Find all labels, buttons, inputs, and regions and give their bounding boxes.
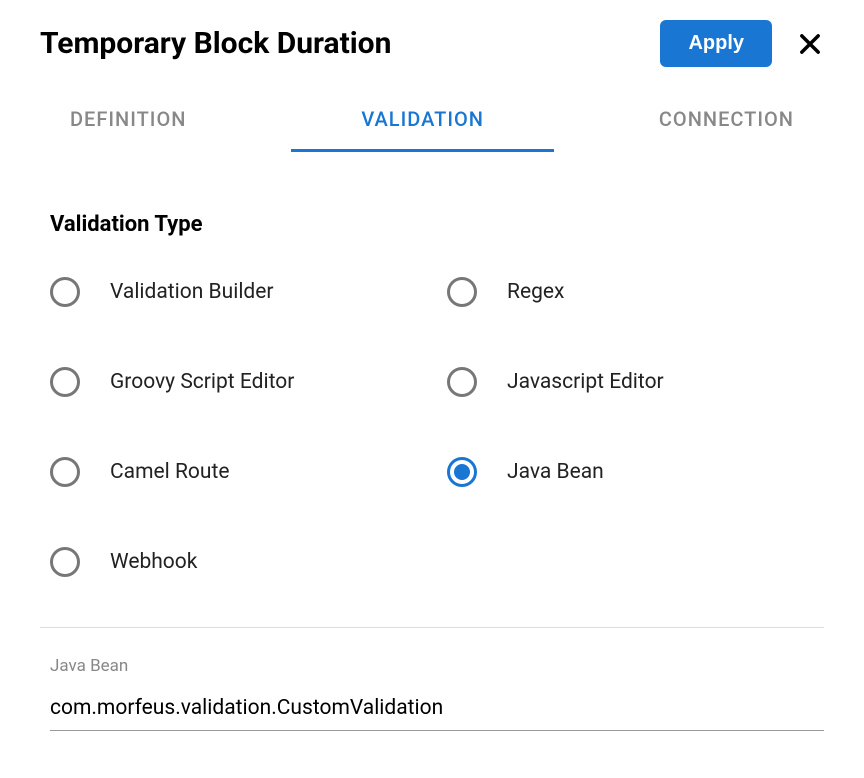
radio-circle-icon: [50, 547, 80, 577]
close-button[interactable]: [796, 30, 824, 58]
radio-java-bean[interactable]: Java Bean: [447, 457, 824, 487]
close-icon: [796, 30, 824, 58]
radio-camel-route[interactable]: Camel Route: [50, 457, 427, 487]
radio-circle-icon: [447, 277, 477, 307]
radio-label: Regex: [507, 280, 564, 304]
radio-webhook[interactable]: Webhook: [50, 547, 427, 577]
tab-validation[interactable]: VALIDATION: [291, 107, 554, 152]
modal-header: Temporary Block Duration Apply: [40, 20, 824, 67]
radio-label: Webhook: [110, 550, 197, 574]
radio-label: Java Bean: [507, 460, 604, 484]
validation-type-options: Validation Builder Regex Groovy Script E…: [40, 277, 824, 628]
modal-title: Temporary Block Duration: [40, 26, 391, 61]
java-bean-input-section: Java Bean: [40, 656, 824, 731]
radio-circle-icon: [50, 367, 80, 397]
radio-circle-icon: [50, 277, 80, 307]
input-label: Java Bean: [50, 656, 824, 676]
radio-label: Validation Builder: [110, 280, 274, 304]
radio-circle-icon: [447, 367, 477, 397]
tab-definition[interactable]: DEFINITION: [70, 107, 186, 152]
radio-label: Javascript Editor: [507, 370, 664, 394]
radio-label: Camel Route: [110, 460, 229, 484]
tab-connection[interactable]: CONNECTION: [659, 107, 794, 152]
header-actions: Apply: [660, 20, 824, 67]
radio-javascript-editor[interactable]: Javascript Editor: [447, 367, 824, 397]
java-bean-input[interactable]: [50, 690, 824, 731]
radio-groovy-script-editor[interactable]: Groovy Script Editor: [50, 367, 427, 397]
radio-circle-icon: [50, 457, 80, 487]
section-title: Validation Type: [40, 212, 824, 237]
radio-label: Groovy Script Editor: [110, 370, 294, 394]
modal-container: Temporary Block Duration Apply DEFINITIO…: [0, 0, 864, 778]
radio-validation-builder[interactable]: Validation Builder: [50, 277, 427, 307]
radio-circle-icon: [447, 457, 477, 487]
radio-regex[interactable]: Regex: [447, 277, 824, 307]
apply-button[interactable]: Apply: [660, 20, 772, 67]
tabs-container: DEFINITION VALIDATION CONNECTION: [40, 107, 824, 152]
